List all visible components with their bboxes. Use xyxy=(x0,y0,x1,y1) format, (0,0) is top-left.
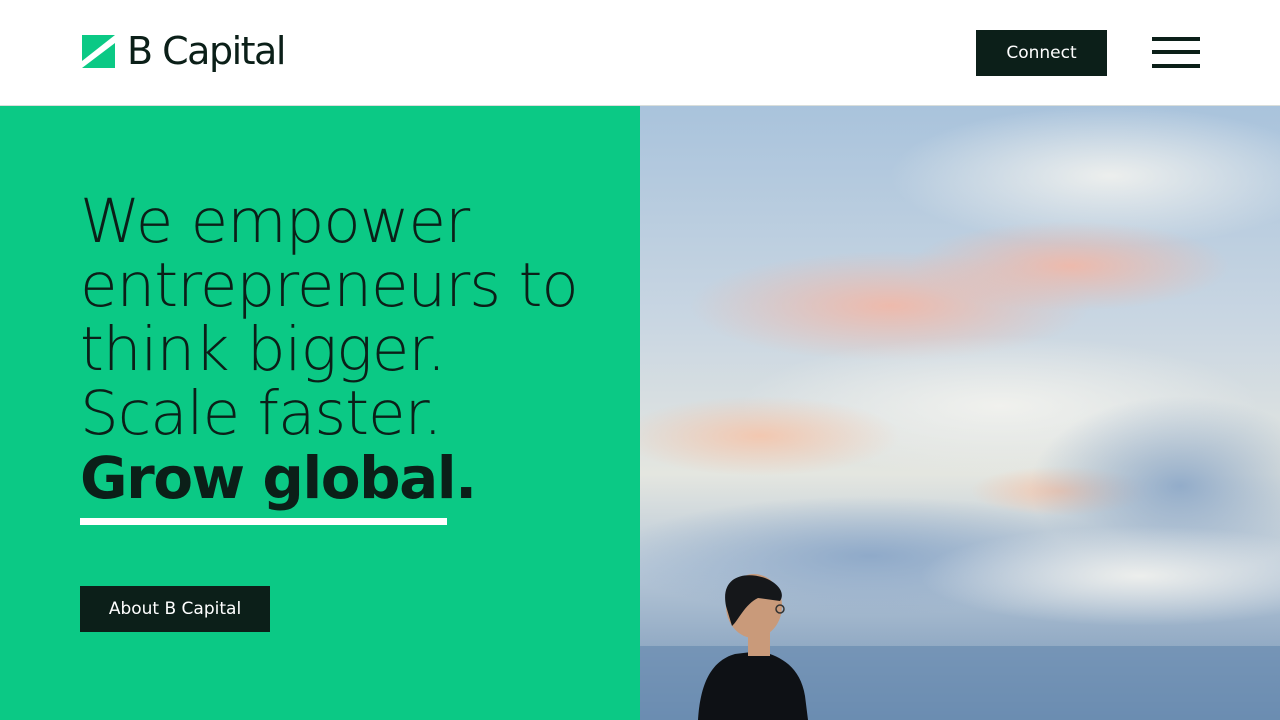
headline-line: entrepreneurs to xyxy=(80,250,579,321)
hero-image xyxy=(640,106,1280,720)
connect-button[interactable]: Connect xyxy=(976,30,1107,76)
headline-line: Scale faster. xyxy=(80,378,442,449)
headline-underline xyxy=(80,518,447,525)
hero-text-panel: We empower entrepreneurs to think bigger… xyxy=(0,106,640,720)
site-header: B Capital Connect xyxy=(0,0,1280,106)
brand-logo[interactable]: B Capital xyxy=(82,28,286,74)
hero-headline: We empower entrepreneurs to think bigger… xyxy=(80,186,620,512)
sky-photo xyxy=(640,106,1280,720)
headline-line: think bigger. xyxy=(80,314,446,385)
about-button[interactable]: About B Capital xyxy=(80,586,270,632)
headline-line: We empower xyxy=(80,186,470,257)
hamburger-menu-icon[interactable] xyxy=(1152,37,1200,69)
logo-mark-icon xyxy=(82,34,115,68)
brand-name: B Capital xyxy=(127,29,286,73)
headline-emphasis: Grow global. xyxy=(80,444,477,512)
